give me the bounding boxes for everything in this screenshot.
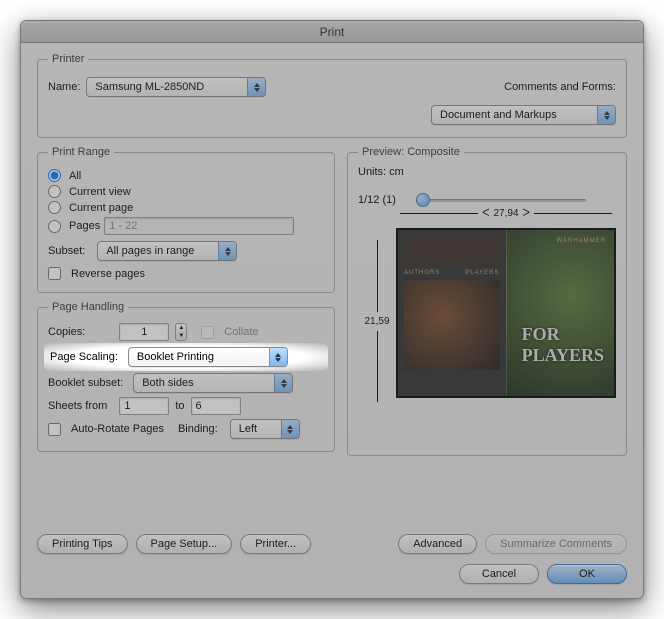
copies-stepper[interactable]: ▲ ▼ (175, 323, 187, 341)
page-scaling-label: Page Scaling: (50, 351, 118, 363)
preview-width-dimension: ᐸ27,94ᐳ (396, 208, 616, 219)
range-pages-label: Pages (69, 220, 100, 232)
range-current-view-label: Current view (69, 186, 131, 198)
preview-caption1: FOR (522, 324, 560, 344)
advanced-button[interactable]: Advanced (398, 534, 477, 554)
range-current-page-radio[interactable] (48, 201, 61, 214)
preview-left-tag: AUTHORS (404, 270, 440, 276)
ok-button[interactable]: OK (547, 564, 627, 584)
printer-button[interactable]: Printer... (240, 534, 311, 554)
slider-thumb[interactable] (416, 193, 430, 207)
preview-caption2: PLAYERS (522, 345, 604, 365)
print-range-group: Print Range All Current view Current pag… (37, 146, 335, 293)
preview-left-tag2: PLAYERS (465, 270, 499, 276)
sheets-from-label: Sheets from (48, 400, 107, 412)
printer-group-label: Printer (48, 53, 88, 65)
binding-label: Binding: (178, 423, 218, 435)
range-pages-radio[interactable] (48, 220, 61, 233)
select-arrows-icon (281, 420, 299, 438)
select-arrows-icon (597, 106, 615, 124)
auto-rotate-checkbox[interactable] (48, 423, 61, 436)
sheets-to-input[interactable] (191, 397, 241, 415)
copies-label: Copies: (48, 326, 85, 338)
subset-select[interactable]: All pages in range (97, 241, 237, 261)
printer-name-select[interactable]: Samsung ML-2850ND (86, 77, 266, 97)
printing-tips-button[interactable]: Printing Tips (37, 534, 128, 554)
printer-group: Printer Name: Samsung ML-2850ND Comments… (37, 53, 627, 138)
collate-label: Collate (224, 326, 258, 338)
page-handling-label: Page Handling (48, 301, 128, 313)
booklet-subset-label: Booklet subset: (48, 377, 123, 389)
stepper-down-icon: ▼ (176, 332, 186, 340)
preview-height-dimension: 21,59 (358, 236, 396, 406)
binding-value: Left (239, 423, 257, 435)
collate-checkbox (201, 326, 214, 339)
preview-thumbnail: AUTHORS PLAYERS WARHAMMER FOR P (396, 228, 616, 398)
auto-rotate-label: Auto-Rotate Pages (71, 423, 164, 435)
printer-name-label: Name: (48, 81, 80, 93)
range-all-radio[interactable] (48, 169, 61, 182)
preview-subcaption: WARHAMMER (557, 238, 606, 244)
preview-group: Preview: Composite Units: cm 1/12 (1) ᐸ2… (347, 146, 627, 456)
comments-forms-label: Comments and Forms: (504, 81, 616, 93)
select-arrows-icon (269, 348, 287, 366)
page-scaling-select[interactable]: Booklet Printing (128, 347, 288, 367)
range-pages-input[interactable] (104, 217, 294, 235)
page-setup-button[interactable]: Page Setup... (136, 534, 233, 554)
binding-select[interactable]: Left (230, 419, 300, 439)
select-arrows-icon (247, 78, 265, 96)
slider-track (416, 199, 586, 202)
page-scaling-value: Booklet Printing (137, 351, 214, 363)
range-current-page-label: Current page (69, 202, 133, 214)
preview-page-slider[interactable] (416, 192, 586, 208)
page-handling-group: Page Handling Copies: ▲ ▼ Collate Page S… (37, 301, 335, 452)
range-all-label: All (69, 170, 81, 182)
comments-forms-select[interactable]: Document and Markups (431, 105, 616, 125)
comments-forms-value: Document and Markups (440, 109, 557, 121)
range-current-view-radio[interactable] (48, 185, 61, 198)
reverse-pages-label: Reverse pages (71, 268, 145, 280)
subset-label: Subset: (48, 245, 85, 257)
print-dialog: Print Printer Name: Samsung ML-2850ND Co… (20, 20, 644, 599)
booklet-subset-value: Both sides (142, 377, 193, 389)
summarize-comments-button: Summarize Comments (485, 534, 627, 554)
preview-group-label: Preview: Composite (358, 146, 464, 158)
subset-value: All pages in range (106, 245, 194, 257)
dialog-title: Print (21, 21, 643, 43)
copies-input[interactable] (119, 323, 169, 341)
stepper-up-icon: ▲ (176, 324, 186, 332)
sheets-from-input[interactable] (119, 397, 169, 415)
select-arrows-icon (274, 374, 292, 392)
sheets-to-label: to (175, 400, 184, 412)
booklet-subset-select[interactable]: Both sides (133, 373, 293, 393)
printer-name-value: Samsung ML-2850ND (95, 81, 204, 93)
cancel-button[interactable]: Cancel (459, 564, 539, 584)
select-arrows-icon (218, 242, 236, 260)
reverse-pages-checkbox[interactable] (48, 267, 61, 280)
print-range-label: Print Range (48, 146, 114, 158)
preview-page-counter: 1/12 (1) (358, 194, 396, 206)
preview-units: Units: cm (358, 166, 616, 178)
